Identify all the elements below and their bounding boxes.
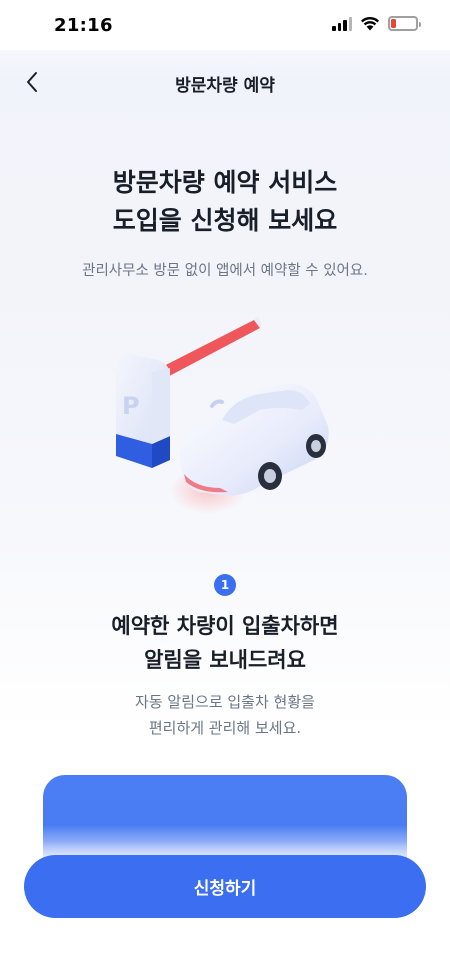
page-title: 방문차량 예약 [175,76,275,96]
apply-button[interactable]: 신청하기 [24,855,426,918]
parking-barrier-car-illustration: P [116,316,329,514]
step-desc-line2: 편리하게 관리해 보세요. [148,719,302,737]
status-bar: 21:16 [0,0,450,50]
parking-booth: P [116,354,170,468]
step-desc-line1: 자동 알림으로 입출차 현황을 [135,693,315,711]
status-icons [332,16,421,31]
wifi-icon [361,16,379,31]
step-title-line2: 알림을 보내드려요 [144,648,306,672]
status-time: 21:16 [54,15,113,36]
step-title-line1: 예약한 차량이 입출차하면 [111,614,339,638]
signal-icon [332,16,352,31]
hero-title: 방문차량 예약 서비스 도입을 신청해 보세요 [0,164,450,240]
nav-bar: 방문차량 예약 [0,58,450,106]
hero-title-line2: 도입을 신청해 보세요 [112,206,338,235]
battery-level-fill [391,19,396,28]
battery-icon [388,16,421,31]
step-description: 자동 알림으로 입출차 현황을 편리하게 관리해 보세요. [0,689,450,741]
car [179,384,329,496]
booth-letter: P [122,392,140,420]
step-title: 예약한 차량이 입출차하면 알림을 보내드려요 [0,609,450,677]
hero-title-line1: 방문차량 예약 서비스 [112,168,338,197]
hero-subtitle: 관리사무소 방문 없이 앱에서 예약할 수 있어요. [82,263,368,279]
step-number-badge: 1 [214,574,236,596]
